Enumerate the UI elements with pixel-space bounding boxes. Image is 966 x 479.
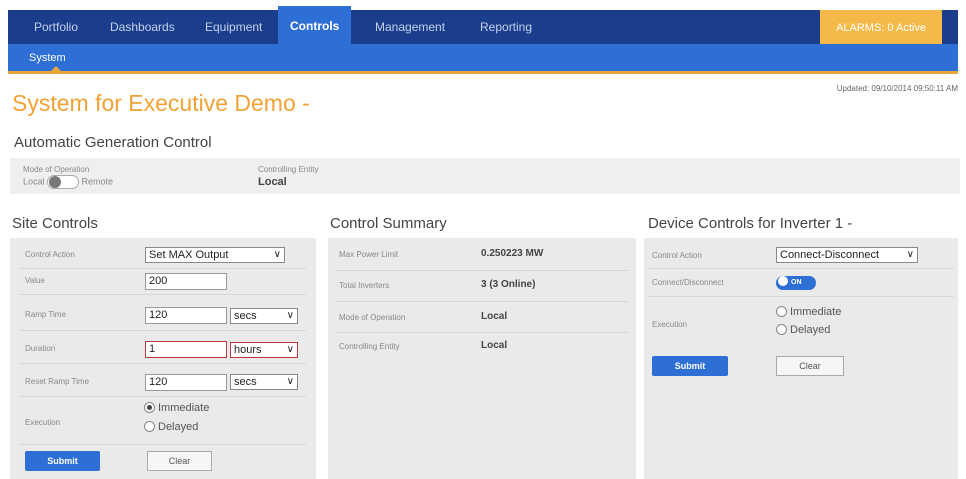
- device-controls-panel: Control Action Connect-Disconnect ∨ Conn…: [644, 238, 958, 479]
- mode-of-operation-value: Local: [481, 311, 508, 322]
- control-action-selected: Set MAX Output: [149, 249, 229, 261]
- divider: [336, 332, 628, 333]
- chevron-down-icon: ∨: [273, 249, 281, 260]
- device-control-action-label: Control Action: [652, 251, 702, 260]
- max-power-limit-value: 0.250223 MW: [481, 248, 544, 259]
- device-immediate-label: Immediate: [790, 306, 842, 318]
- divider: [648, 268, 954, 269]
- controlling-entity-label: Controlling Entity: [258, 165, 319, 174]
- device-control-action-select[interactable]: Connect-Disconnect ∨: [776, 247, 918, 263]
- device-execution-label: Execution: [652, 320, 688, 329]
- divider: [20, 444, 306, 445]
- reset-unit-selected: secs: [234, 376, 257, 388]
- divider: [336, 301, 628, 302]
- remote-label: Remote: [81, 176, 114, 187]
- duration-label: Duration: [25, 344, 56, 353]
- connect-disconnect-label: Connect/Disconnect: [652, 278, 724, 287]
- divider: [336, 270, 628, 271]
- divider: [20, 363, 306, 364]
- device-delayed-label: Delayed: [790, 324, 831, 336]
- site-controls-title: Site Controls: [12, 215, 98, 232]
- submit-button[interactable]: Submit: [25, 451, 100, 471]
- divider: [20, 268, 306, 269]
- summary-label: Max Power Limit: [339, 250, 399, 259]
- duration-unit-select[interactable]: hours ∨: [230, 342, 298, 358]
- section-title: Automatic Generation Control: [14, 134, 212, 151]
- immediate-label: Immediate: [158, 402, 210, 414]
- ramp-time-input[interactable]: 120: [145, 307, 227, 324]
- summary-label: Mode of Operation: [339, 313, 406, 322]
- device-controls-title[interactable]: Device Controls for Inverter 1 -: [648, 215, 852, 232]
- duration-input[interactable]: 1: [145, 341, 227, 358]
- tab-controls[interactable]: Controls: [278, 6, 352, 44]
- device-clear-button[interactable]: Clear: [776, 356, 844, 376]
- divider: [648, 296, 954, 297]
- clear-button[interactable]: Clear: [147, 451, 212, 471]
- active-indicator: [50, 66, 62, 72]
- device-control-action-selected: Connect-Disconnect: [780, 249, 880, 261]
- controlling-entity-summary-value: Local: [481, 340, 508, 351]
- value-input[interactable]: 200: [145, 273, 227, 290]
- delayed-label: Delayed: [158, 421, 199, 433]
- controlling-entity-value: Local: [258, 176, 287, 188]
- divider: [20, 330, 306, 331]
- total-inverters-value: 3 (3 Online): [481, 279, 536, 290]
- tab-management[interactable]: Management: [363, 10, 457, 44]
- mode-switch: Local Remote: [23, 175, 113, 189]
- chevron-down-icon: ∨: [286, 310, 294, 321]
- tab-reporting[interactable]: Reporting: [468, 10, 544, 44]
- reset-ramp-time-input[interactable]: 120: [145, 374, 227, 391]
- chevron-down-icon: ∨: [286, 344, 294, 355]
- divider: [20, 294, 306, 295]
- value-label: Value: [25, 276, 45, 285]
- sub-navigation: System: [8, 44, 958, 74]
- control-action-select[interactable]: Set MAX Output ∨: [145, 247, 285, 263]
- alarms-button[interactable]: ALARMS: 0 Active: [820, 10, 942, 46]
- page-title[interactable]: System for Executive Demo -: [12, 90, 310, 117]
- summary-label: Controlling Entity: [339, 342, 400, 351]
- tab-equipment[interactable]: Equipment: [193, 10, 274, 44]
- control-summary-panel: Max Power Limit 0.250223 MW Total Invert…: [328, 238, 636, 479]
- tab-dashboards[interactable]: Dashboards: [98, 10, 187, 44]
- agc-status-strip: Mode of Operation Local Remote Controlli…: [10, 158, 960, 194]
- duration-unit-selected: hours: [234, 344, 262, 356]
- mode-of-operation-label: Mode of Operation: [23, 165, 90, 174]
- tab-portfolio[interactable]: Portfolio: [22, 10, 90, 44]
- chevron-down-icon: ∨: [906, 249, 914, 260]
- device-submit-button[interactable]: Submit: [652, 356, 728, 376]
- ramp-time-unit-select[interactable]: secs ∨: [230, 308, 298, 324]
- ramp-time-label: Ramp Time: [25, 310, 66, 319]
- last-updated: Updated: 09/10/2014 09:50:11 AM: [836, 84, 958, 93]
- radio-unselected-icon: [776, 305, 787, 317]
- radio-unselected-icon: [776, 323, 787, 335]
- chevron-down-icon: ∨: [286, 376, 294, 387]
- ramp-unit-selected: secs: [234, 310, 257, 322]
- control-action-label: Control Action: [25, 250, 75, 259]
- toggle-knob-icon: [778, 276, 788, 287]
- control-summary-title: Control Summary: [330, 215, 447, 232]
- device-immediate-radio[interactable]: Immediate: [776, 305, 842, 318]
- device-delayed-radio[interactable]: Delayed: [776, 323, 831, 336]
- local-label: Local: [23, 176, 45, 187]
- mode-toggle[interactable]: [47, 175, 80, 189]
- divider: [20, 396, 306, 397]
- radio-unselected-icon: [144, 420, 155, 432]
- immediate-radio[interactable]: Immediate: [144, 401, 210, 414]
- delayed-radio[interactable]: Delayed: [144, 420, 199, 433]
- execution-label: Execution: [25, 418, 61, 427]
- top-navigation: Portfolio Dashboards Equipment Controls …: [8, 6, 958, 46]
- reset-ramp-time-label: Reset Ramp Time: [25, 377, 90, 386]
- radio-selected-icon: [144, 401, 155, 413]
- toggle-state-label: ON: [791, 279, 802, 286]
- site-controls-panel: Control Action Set MAX Output ∨ Value 20…: [10, 238, 316, 479]
- reset-ramp-time-unit-select[interactable]: secs ∨: [230, 374, 298, 390]
- summary-label: Total Inverters: [339, 281, 390, 290]
- connect-toggle[interactable]: ON: [776, 276, 816, 290]
